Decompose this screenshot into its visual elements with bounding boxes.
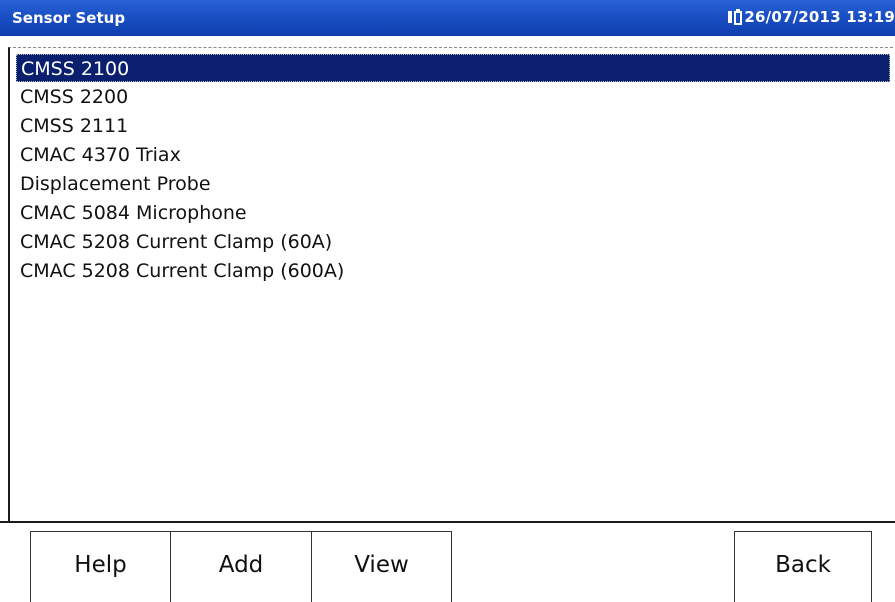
help-button[interactable]: Help xyxy=(30,531,171,602)
window-title: Sensor Setup xyxy=(12,9,126,27)
sensor-list-item[interactable]: CMAC 4370 Triax xyxy=(16,141,181,169)
sensor-list-item[interactable]: Displacement Probe xyxy=(16,170,211,198)
sensor-list[interactable]: CMSS 2100 CMSS 2200 CMSS 2111 CMAC 4370 … xyxy=(8,47,895,521)
sensor-list-item[interactable]: CMAC 5084 Microphone xyxy=(16,199,247,227)
datetime-display: 26/07/2013 13:19 xyxy=(744,8,895,26)
sensor-list-item[interactable]: CMAC 5208 Current Clamp (600A) xyxy=(16,257,344,285)
sensor-setup-screen: Sensor Setup 26/07/2013 13:19 CMSS 2100 … xyxy=(0,0,895,602)
sensor-list-item[interactable]: CMSS 2111 xyxy=(16,112,128,140)
sensor-list-item[interactable]: CMSS 2200 xyxy=(16,83,128,111)
button-bar: Help Add View Back xyxy=(0,521,895,602)
sensor-list-item[interactable]: CMAC 5208 Current Clamp (60A) xyxy=(16,228,332,256)
add-button[interactable]: Add xyxy=(170,531,312,602)
back-button[interactable]: Back xyxy=(734,531,872,602)
title-bar: Sensor Setup 26/07/2013 13:19 xyxy=(0,0,895,36)
sensor-list-item[interactable]: CMSS 2100 xyxy=(16,54,890,82)
view-button[interactable]: View xyxy=(311,531,452,602)
battery-power-icon xyxy=(728,8,743,26)
status-area: 26/07/2013 13:19 xyxy=(728,8,895,26)
